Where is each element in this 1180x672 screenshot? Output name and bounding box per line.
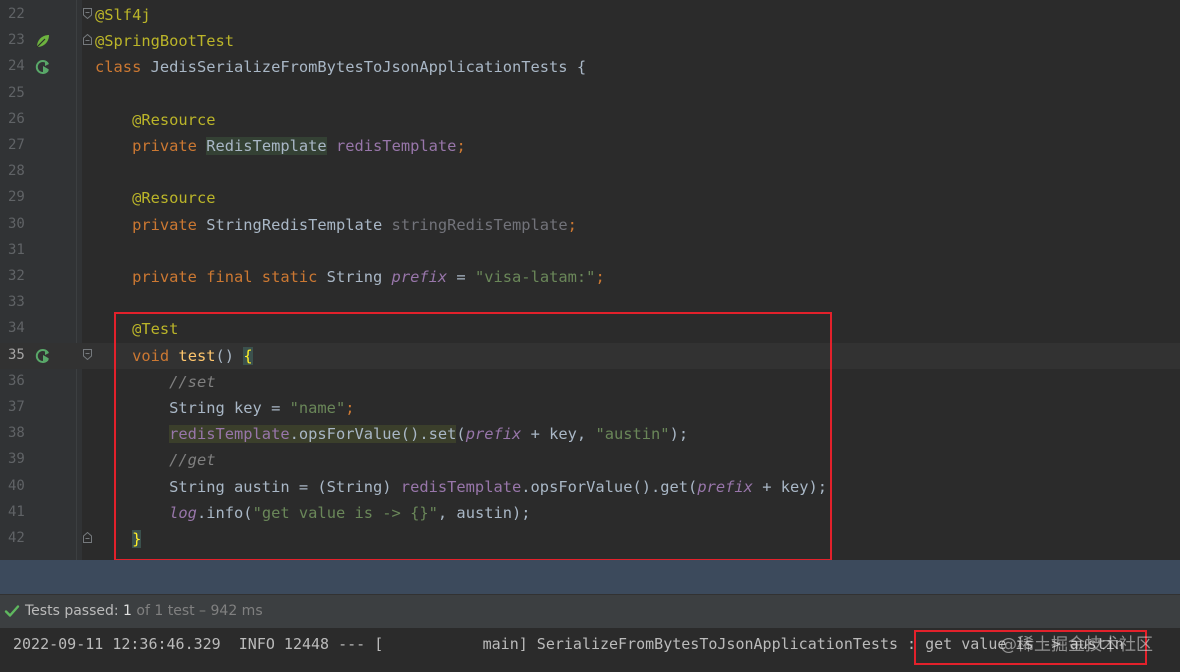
line-number: 24 xyxy=(8,58,25,75)
code-token: class xyxy=(95,58,151,77)
code-line[interactable]: 31 xyxy=(0,238,1180,264)
code-line[interactable]: 24 class JedisSerializeFromBytesToJsonApp… xyxy=(0,54,1180,80)
code-line[interactable]: 30 private StringRedisTemplate stringRed… xyxy=(0,212,1180,238)
check-icon xyxy=(4,605,20,617)
line-number: 28 xyxy=(8,163,25,180)
code-text[interactable]: @SpringBootTest xyxy=(95,31,234,51)
run-test-icon[interactable] xyxy=(34,347,52,365)
code-token: ; xyxy=(567,215,577,234)
code-token: @SpringBootTest xyxy=(95,32,234,51)
code-line[interactable]: 28 xyxy=(0,159,1180,185)
code-editor[interactable]: 22 @Slf4j 23 @SpringBootTest 24 class JedisSe… xyxy=(0,0,1180,560)
code-token: @Slf4j xyxy=(95,6,151,24)
code-token: prefix xyxy=(391,268,448,286)
code-text[interactable]: @Resource xyxy=(95,110,215,130)
line-number: 23 xyxy=(8,32,25,49)
code-line[interactable]: 25 xyxy=(0,81,1180,107)
code-text[interactable]: @Resource xyxy=(95,188,215,208)
code-token: "visa-latam:" xyxy=(474,268,596,286)
code-token: redisTemplate xyxy=(335,137,457,155)
code-line[interactable]: 27 private RedisTemplate redisTemplate; xyxy=(0,133,1180,159)
line-number: 30 xyxy=(8,215,25,232)
code-token: ; xyxy=(456,137,466,155)
fold-marker-icon[interactable] xyxy=(83,348,92,360)
code-token: @Resource xyxy=(132,110,216,129)
code-line[interactable]: 32 private final static String prefix = … xyxy=(0,264,1180,290)
run-test-icon[interactable] xyxy=(34,58,52,76)
line-number: 33 xyxy=(8,294,25,311)
line-number: 37 xyxy=(8,399,25,415)
code-text[interactable]: class JedisSerializeFromBytesToJsonAppli… xyxy=(95,57,586,77)
code-text[interactable]: @Slf4j xyxy=(95,5,151,25)
code-line[interactable]: 29 @Resource xyxy=(0,185,1180,211)
code-line[interactable]: 26 @Resource xyxy=(0,107,1180,133)
code-token: RedisTemplate xyxy=(206,137,327,155)
line-number: 25 xyxy=(8,84,25,101)
code-line[interactable]: 22 @Slf4j xyxy=(0,2,1180,28)
code-token: private xyxy=(132,215,207,234)
code-token: stringRedisTemplate xyxy=(391,215,568,234)
line-number: 29 xyxy=(8,189,25,206)
fold-marker-icon[interactable] xyxy=(83,8,92,19)
line-number: 40 xyxy=(8,477,25,494)
watermark: @稀土掘金技术社区 xyxy=(1000,635,1153,655)
code-token: String xyxy=(326,268,392,286)
panel-splitter[interactable] xyxy=(0,560,1180,594)
line-number: 39 xyxy=(8,451,25,468)
code-token: @Resource xyxy=(132,189,216,208)
line-number: 35 xyxy=(8,346,25,363)
line-number: 34 xyxy=(8,320,25,337)
line-number: 32 xyxy=(8,268,25,284)
line-number: 26 xyxy=(8,110,25,127)
code-token: private final static xyxy=(132,268,327,286)
code-text[interactable]: private RedisTemplate redisTemplate; xyxy=(95,136,466,156)
code-token: JedisSerializeFromBytesToJsonApplication… xyxy=(150,58,587,77)
test-pass-count: 1 xyxy=(123,603,132,619)
fold-marker-icon[interactable] xyxy=(83,532,92,543)
line-number: 38 xyxy=(8,425,25,442)
code-token: ; xyxy=(595,268,605,286)
code-text[interactable]: private final static String prefix = "vi… xyxy=(95,267,605,287)
code-token: StringRedisTemplate xyxy=(206,215,392,234)
line-number: 41 xyxy=(8,503,25,520)
code-text[interactable]: private StringRedisTemplate stringRedisT… xyxy=(95,215,577,235)
code-token: = xyxy=(447,268,475,286)
test-status-bar: Tests passed: 1 of 1 test – 942 ms xyxy=(0,594,1180,629)
test-status-text: Tests passed: 1 of 1 test – 942 ms xyxy=(25,603,263,619)
line-number: 27 xyxy=(8,137,25,153)
code-line[interactable]: 23 @SpringBootTest xyxy=(0,28,1180,54)
spring-leaf-icon[interactable] xyxy=(34,32,52,50)
fold-marker-icon[interactable] xyxy=(83,34,92,46)
line-number: 36 xyxy=(8,372,25,389)
test-status-label: Tests passed: xyxy=(25,603,124,619)
code-token: private xyxy=(132,137,207,155)
test-summary: of 1 test – 942 ms xyxy=(131,603,263,619)
line-number: 42 xyxy=(8,530,25,546)
code-highlight-box xyxy=(114,312,832,560)
line-number: 22 xyxy=(8,6,25,22)
line-number: 31 xyxy=(8,241,25,258)
